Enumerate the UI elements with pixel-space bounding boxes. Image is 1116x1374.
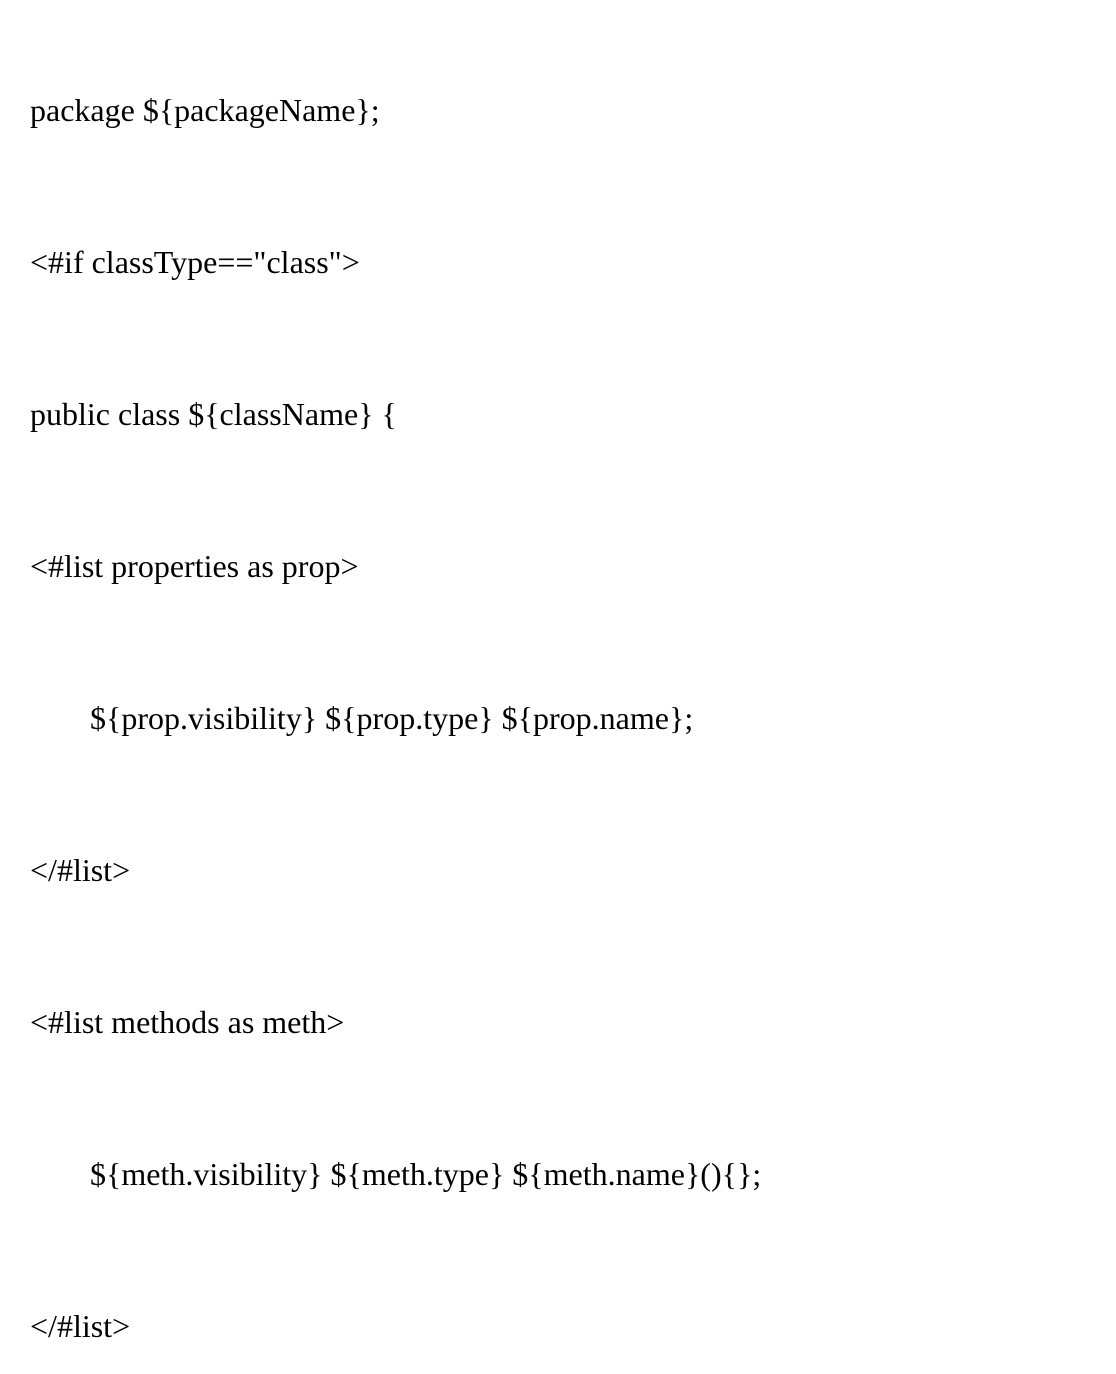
code-line-list-methods-end: </#list> (30, 1310, 1086, 1342)
code-line-property-declaration: ${prop.visibility} ${prop.type} ${prop.n… (30, 702, 1086, 734)
code-template-block: package ${packageName}; <#if classType==… (30, 30, 1086, 1374)
code-line-list-properties-end: </#list> (30, 854, 1086, 886)
code-line-method-declaration: ${meth.visibility} ${meth.type} ${meth.n… (30, 1158, 1086, 1190)
code-line-list-methods-start: <#list methods as meth> (30, 1006, 1086, 1038)
code-line-class-declaration: public class ${className} { (30, 398, 1086, 430)
code-line-list-properties-start: <#list properties as prop> (30, 550, 1086, 582)
code-line-if-directive: <#if classType=="class"> (30, 246, 1086, 278)
code-line-package: package ${packageName}; (30, 94, 1086, 126)
